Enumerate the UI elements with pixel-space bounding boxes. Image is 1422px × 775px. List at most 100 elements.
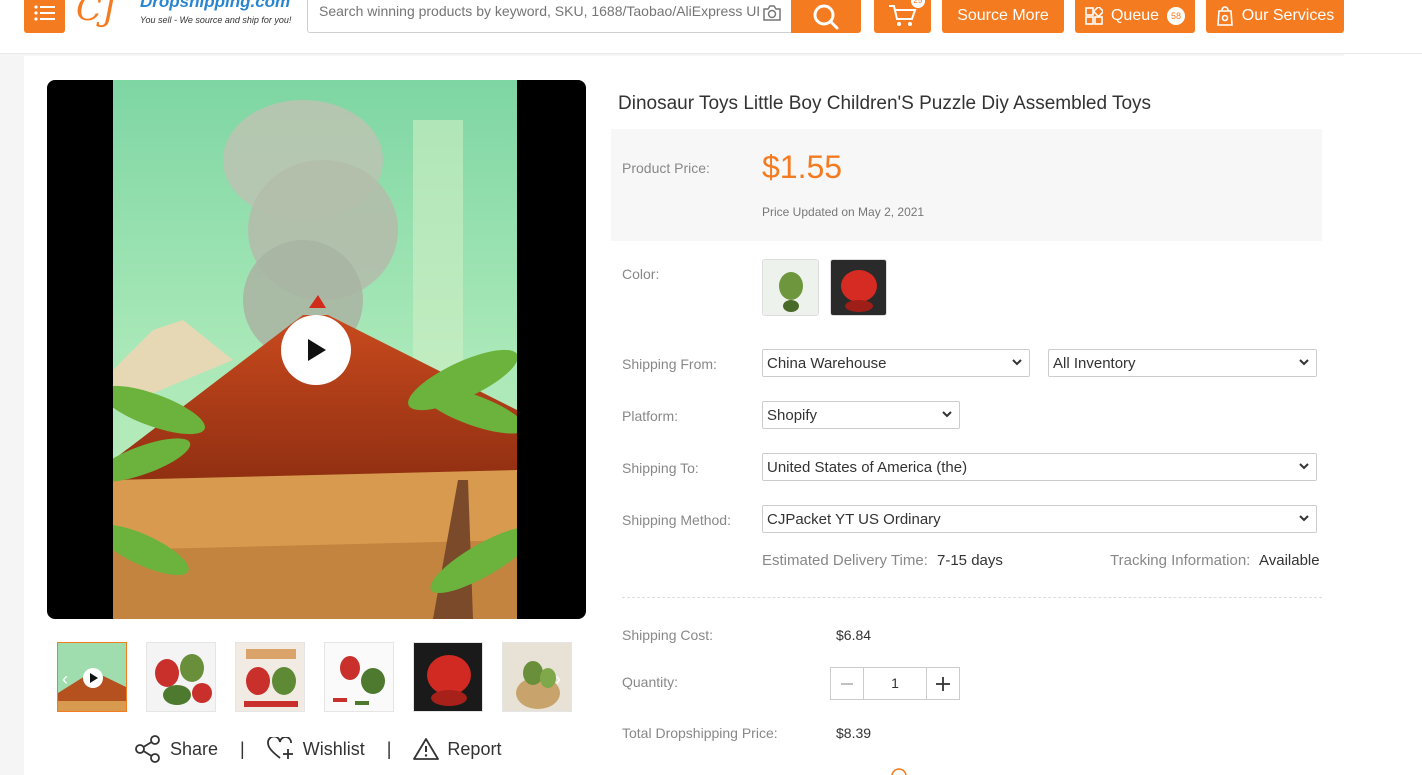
play-button[interactable]: [281, 315, 351, 385]
thumbnail-4-image: [325, 643, 393, 711]
quantity-increase-button[interactable]: [926, 668, 959, 699]
cart-button[interactable]: 25: [874, 0, 931, 33]
inventory-select[interactable]: All Inventory: [1048, 349, 1317, 377]
our-services-button[interactable]: Our Services: [1206, 0, 1344, 33]
product-video[interactable]: [47, 80, 586, 619]
share-link[interactable]: Share: [134, 735, 218, 763]
quantity-input[interactable]: 1: [864, 668, 926, 699]
shipping-from-value: China Warehouse: [767, 355, 887, 372]
shipping-method-value: CJPacket YT US Ordinary: [767, 511, 941, 528]
search-input[interactable]: [319, 3, 759, 19]
warning-icon: [413, 738, 440, 760]
queue-label: Queue: [1110, 6, 1160, 24]
shipping-to-label: Shipping To:: [622, 460, 699, 476]
thumbnail-next-icon[interactable]: ›: [555, 669, 561, 690]
thumbnail-6[interactable]: ›: [502, 642, 572, 712]
thumbnail-3-image: [236, 643, 304, 711]
tracking-value: Available: [1259, 552, 1320, 569]
shipping-from-label: Shipping From:: [622, 356, 717, 372]
color-swatch-red-image: [831, 260, 886, 315]
thumbnail-video-image: [58, 643, 126, 711]
platform-select[interactable]: Shopify: [762, 401, 960, 429]
divider: [622, 597, 1322, 598]
thumbnail-2-image: [147, 643, 215, 711]
chevron-down-icon: [1299, 463, 1309, 470]
color-label: Color:: [622, 266, 660, 282]
share-icon: [135, 735, 160, 763]
action-separator: |: [386, 738, 392, 759]
delivery-time-label: Estimated Delivery Time:: [762, 552, 928, 569]
our-services-label: Our Services: [1241, 6, 1335, 24]
cart-icon: [889, 5, 917, 26]
chevron-down-icon: [942, 411, 952, 418]
queue-button[interactable]: Queue 58: [1075, 0, 1195, 33]
thumbnail-video[interactable]: ‹: [57, 642, 127, 712]
price-label: Product Price:: [622, 160, 710, 176]
inventory-value: All Inventory: [1053, 355, 1136, 372]
search-icon: [813, 4, 839, 29]
color-swatch-green[interactable]: [762, 259, 819, 316]
search-box: [307, 0, 791, 33]
report-label: Report: [447, 738, 502, 759]
menu-button[interactable]: [24, 0, 65, 33]
product-title: Dinosaur Toys Little Boy Children'S Puzz…: [618, 93, 1152, 114]
menu-icon: [33, 4, 55, 21]
wishlist-label: Wishlist: [302, 738, 365, 759]
shipping-cost-label: Shipping Cost:: [622, 627, 714, 643]
tracking-label: Tracking Information:: [1110, 552, 1251, 569]
price-box: [611, 129, 1322, 241]
source-more-button[interactable]: Source More: [942, 0, 1064, 33]
queue-icon: [1085, 6, 1103, 25]
search-button[interactable]: [791, 0, 861, 33]
thumbnail-prev-icon[interactable]: ‹: [62, 669, 68, 690]
total-price-label: Total Dropshipping Price:: [622, 725, 778, 741]
shipping-to-value: United States of America (the): [767, 459, 968, 476]
share-label: Share: [170, 738, 219, 759]
camera-icon[interactable]: [762, 4, 782, 22]
shipping-from-select[interactable]: China Warehouse: [762, 349, 1030, 377]
action-separator: |: [240, 738, 245, 759]
color-swatch-red[interactable]: [830, 259, 887, 316]
top-header: CJ Dropshipping.com You sell - We source…: [0, 0, 1422, 54]
thumbnail-5-image: [414, 643, 482, 711]
page-margin: [1344, 54, 1422, 775]
thumbnail-5[interactable]: [413, 642, 483, 712]
platform-value: Shopify: [767, 407, 818, 424]
site-logo[interactable]: CJ Dropshipping.com You sell - We source…: [76, 0, 300, 34]
info-icon[interactable]: [890, 767, 908, 775]
thumbnail-2[interactable]: [146, 642, 216, 712]
price-updated: Price Updated on May 2, 2021: [762, 205, 925, 219]
quantity-decrease-button[interactable]: [831, 668, 864, 699]
shipping-to-select[interactable]: United States of America (the): [762, 453, 1317, 481]
play-icon: [308, 339, 326, 361]
queue-count-badge: 58: [1167, 6, 1186, 25]
source-more-label: Source More: [957, 6, 1049, 24]
report-link[interactable]: Report: [413, 737, 501, 761]
thumbnail-strip: ‹ ›: [57, 642, 572, 713]
minus-icon: [841, 682, 853, 685]
logo-name: Dropshipping.com: [140, 0, 291, 11]
shipping-method-label: Shipping Method:: [622, 512, 731, 528]
platform-label: Platform:: [622, 408, 679, 424]
shipping-method-select[interactable]: CJPacket YT US Ordinary: [762, 505, 1317, 533]
product-actions: Share | Wishlist | Report: [134, 734, 501, 764]
cart-count-badge: 25: [911, 0, 925, 8]
logo-mark: CJ: [76, 0, 116, 29]
logo-tagline: You sell - We source and ship for you!: [140, 15, 292, 25]
chevron-down-icon: [1299, 515, 1309, 522]
wishlist-link[interactable]: Wishlist: [266, 737, 365, 761]
color-swatch-green-image: [763, 260, 818, 315]
shipping-cost-value: $6.84: [836, 627, 872, 643]
chevron-down-icon: [1299, 359, 1309, 366]
thumbnail-6-image: [503, 643, 571, 711]
thumbnail-3[interactable]: [235, 642, 305, 712]
plus-icon: [936, 676, 950, 691]
product-price: $1.55: [762, 149, 843, 185]
chevron-down-icon: [1012, 359, 1022, 366]
quantity-label: Quantity:: [622, 674, 679, 690]
total-price-value: $8.39: [836, 725, 872, 741]
delivery-time-value: 7-15 days: [937, 552, 1003, 569]
wishlist-heart-icon: [266, 737, 293, 759]
thumbnail-4[interactable]: [324, 642, 394, 712]
services-icon: [1216, 5, 1233, 26]
